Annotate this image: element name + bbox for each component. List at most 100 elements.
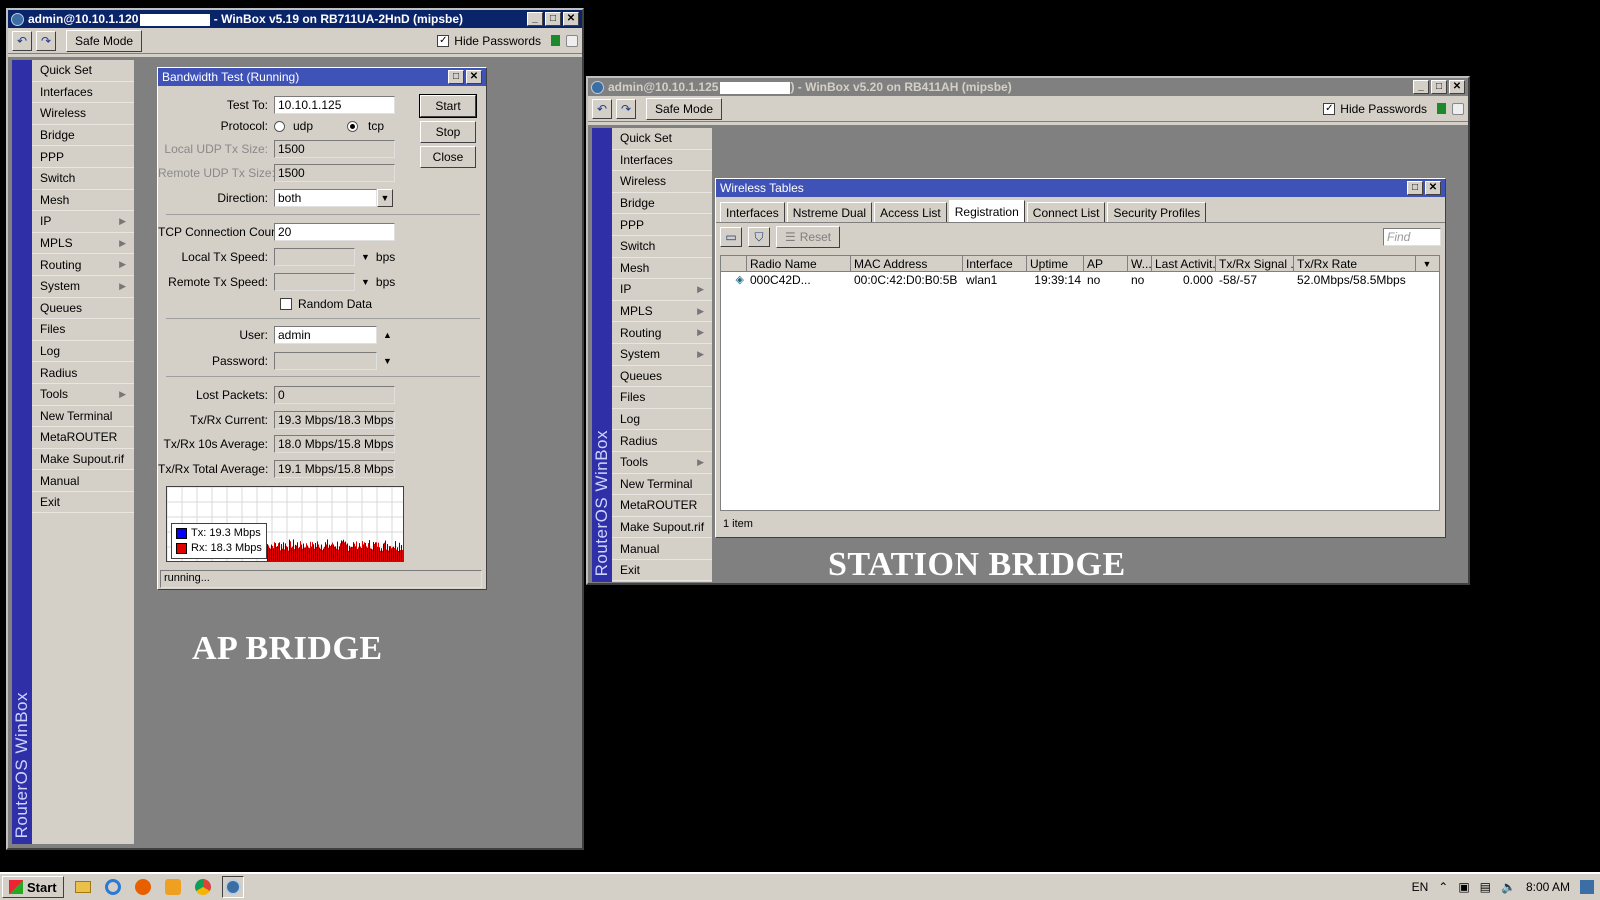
minimize-button[interactable]: _ xyxy=(1413,80,1429,94)
menu-item[interactable]: Tools ▶ xyxy=(612,452,712,474)
redo-icon[interactable]: ↷ xyxy=(36,30,56,51)
clock[interactable]: 8:00 AM xyxy=(1526,880,1570,894)
chevron-down-icon[interactable]: ▼ xyxy=(383,356,392,366)
menu-item[interactable]: New Terminal xyxy=(32,406,134,428)
tcp-count-input[interactable]: 20 xyxy=(274,223,395,241)
menu-item[interactable]: Manual xyxy=(32,470,134,492)
bandwidth-test-titlebar[interactable]: Bandwidth Test (Running) □ ✕ xyxy=(158,68,486,86)
menu-item[interactable]: MPLS ▶ xyxy=(612,301,712,323)
chevron-down-icon[interactable]: ▼ xyxy=(361,277,370,287)
menu-item[interactable]: Queues xyxy=(612,366,712,388)
start-button[interactable]: Start xyxy=(2,876,64,898)
tab-nstreme-dual[interactable]: Nstreme Dual xyxy=(786,202,873,222)
udp-radio[interactable] xyxy=(274,120,285,132)
local-tx-input[interactable] xyxy=(274,248,355,266)
folder-icon[interactable] xyxy=(72,876,94,898)
titlebar-ap[interactable]: admin@10.10.1.120 - WinBox v5.19 on RB71… xyxy=(8,10,582,28)
menu-item[interactable]: Switch xyxy=(32,168,134,190)
menu-item[interactable]: Quick Set xyxy=(32,60,134,82)
menu-item[interactable]: System ▶ xyxy=(32,276,134,298)
tab-security-profiles[interactable]: Security Profiles xyxy=(1107,202,1207,222)
menu-item[interactable]: MPLS ▶ xyxy=(32,233,134,255)
maximize-button[interactable]: □ xyxy=(1431,80,1447,94)
chevron-up-icon[interactable]: ⌃ xyxy=(1438,880,1448,894)
menu-item[interactable]: Exit xyxy=(32,492,134,514)
firefox-icon[interactable] xyxy=(132,876,154,898)
menu-item[interactable]: MetaROUTER xyxy=(612,495,712,517)
column-header[interactable]: W... xyxy=(1128,256,1152,271)
checkbox-checked-icon[interactable]: ✓ xyxy=(1323,102,1336,115)
menu-item[interactable]: Radius xyxy=(612,430,712,452)
menu-item[interactable]: PPP xyxy=(32,146,134,168)
menu-item[interactable]: Quick Set xyxy=(612,128,712,150)
menu-item[interactable]: Log xyxy=(32,341,134,363)
column-header[interactable]: Last Activit... xyxy=(1152,256,1216,271)
close-button[interactable]: ✕ xyxy=(466,70,482,84)
close-button[interactable]: ✕ xyxy=(563,12,579,26)
menu-item[interactable]: New Terminal xyxy=(612,474,712,496)
menu-item[interactable]: Log xyxy=(612,409,712,431)
menu-item[interactable]: IP ▶ xyxy=(612,279,712,301)
find-input[interactable]: Find xyxy=(1383,228,1441,246)
column-header[interactable]: MAC Address xyxy=(851,256,963,271)
start-button[interactable]: Start xyxy=(419,94,477,118)
tab-access-list[interactable]: Access List xyxy=(874,202,947,222)
menu-item[interactable]: Wireless xyxy=(32,103,134,125)
wireless-tables-titlebar[interactable]: Wireless Tables □ ✕ xyxy=(716,179,1445,197)
column-header[interactable]: Radio Name xyxy=(747,256,851,271)
maximize-button[interactable]: □ xyxy=(1407,181,1423,195)
menu-item[interactable]: Queues xyxy=(32,298,134,320)
table-row[interactable]: ◈ 000C42D... 00:0C:42:D0:B0:5B wlan1 19:39:1… xyxy=(721,272,1439,287)
redo-icon[interactable]: ↷ xyxy=(616,98,636,119)
menu-item[interactable]: Files xyxy=(32,319,134,341)
checkbox-checked-icon[interactable]: ✓ xyxy=(437,34,450,47)
menu-item[interactable]: Switch xyxy=(612,236,712,258)
menu-item[interactable]: Bridge xyxy=(32,125,134,147)
menu-item[interactable]: System ▶ xyxy=(612,344,712,366)
chevron-up-icon[interactable]: ▲ xyxy=(383,330,392,340)
minimize-button[interactable]: _ xyxy=(527,12,543,26)
show-desktop-icon[interactable] xyxy=(1580,880,1594,894)
chevron-down-icon[interactable]: ▼ xyxy=(361,252,370,262)
menu-item[interactable]: Mesh xyxy=(612,258,712,280)
hide-passwords-checkbox[interactable]: ✓ Hide Passwords xyxy=(437,34,541,48)
columns-menu-icon[interactable]: ▼ xyxy=(1416,256,1438,271)
column-header[interactable]: Uptime xyxy=(1027,256,1084,271)
stop-button[interactable]: Stop xyxy=(420,121,476,143)
local-udp-input[interactable]: 1500 xyxy=(274,140,395,158)
menu-item[interactable]: IP ▶ xyxy=(32,211,134,233)
column-header[interactable]: Tx/Rx Signal ... xyxy=(1216,256,1294,271)
menu-item[interactable]: Interfaces xyxy=(612,150,712,172)
menu-item[interactable]: Radius xyxy=(32,362,134,384)
maximize-button[interactable]: □ xyxy=(545,12,561,26)
hide-passwords-checkbox[interactable]: ✓ Hide Passwords xyxy=(1323,102,1427,116)
menu-item[interactable]: Exit xyxy=(612,560,712,582)
safe-mode-button[interactable]: Safe Mode xyxy=(646,97,723,120)
menu-item[interactable]: MetaROUTER xyxy=(32,427,134,449)
menu-item[interactable]: Make Supout.rif xyxy=(32,449,134,471)
test-to-input[interactable]: 10.10.1.125 xyxy=(274,96,395,114)
maximize-button[interactable]: □ xyxy=(448,70,464,84)
chrome-icon[interactable] xyxy=(192,876,214,898)
ie-icon[interactable] xyxy=(102,876,124,898)
column-header[interactable]: Interface xyxy=(963,256,1027,271)
undo-icon[interactable]: ↶ xyxy=(12,30,32,51)
menu-item[interactable]: Manual xyxy=(612,538,712,560)
menu-item[interactable]: Tools ▶ xyxy=(32,384,134,406)
chevron-down-icon[interactable]: ▼ xyxy=(377,189,393,207)
network-icon[interactable]: ▣ xyxy=(1458,880,1469,894)
close-button[interactable]: ✕ xyxy=(1449,80,1465,94)
safe-mode-button[interactable]: Safe Mode xyxy=(66,29,143,52)
filter-icon[interactable]: ⛉ xyxy=(748,227,770,247)
tab-registration[interactable]: Registration xyxy=(948,200,1025,222)
menu-item[interactable]: Mesh xyxy=(32,190,134,212)
remove-icon[interactable]: ▭ xyxy=(720,227,742,247)
display-icon[interactable]: ▤ xyxy=(1480,880,1491,894)
direction-select[interactable]: both xyxy=(274,189,377,207)
undo-icon[interactable]: ↶ xyxy=(592,98,612,119)
remote-udp-input[interactable]: 1500 xyxy=(274,164,395,182)
language-indicator[interactable]: EN xyxy=(1412,880,1429,894)
column-header[interactable]: AP xyxy=(1084,256,1128,271)
menu-item[interactable]: Interfaces xyxy=(32,82,134,104)
menu-item[interactable]: PPP xyxy=(612,214,712,236)
